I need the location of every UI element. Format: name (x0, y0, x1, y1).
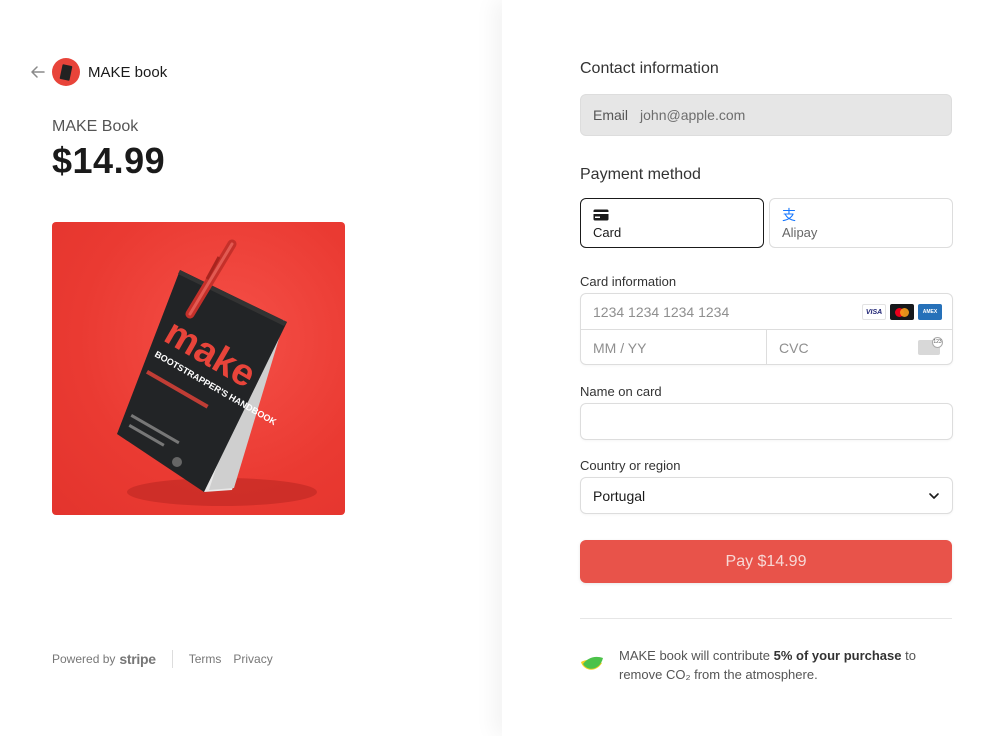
brand-logo (52, 58, 80, 86)
payment-form-panel: Contact information Email john@apple.com… (502, 0, 1000, 736)
tab-alipay[interactable]: 支 Alipay (769, 198, 953, 248)
stripe-logo: stripe (119, 651, 156, 667)
card-expiry-field[interactable] (581, 330, 767, 365)
card-brands: VISA AMEX (862, 304, 942, 320)
card-cvc-input[interactable] (779, 339, 940, 356)
terms-link[interactable]: Terms (189, 652, 222, 666)
card-icon (593, 207, 751, 223)
chevron-down-icon (929, 493, 939, 499)
product-summary-panel: MAKE book MAKE Book $14.99 make BOOTSTRA… (0, 0, 502, 736)
card-expiry-input[interactable] (593, 339, 754, 356)
footer: Powered by stripe Terms Privacy (52, 650, 285, 668)
email-field: Email john@apple.com (580, 94, 952, 136)
name-on-card-field[interactable] (580, 403, 953, 440)
pay-button[interactable]: Pay $14.99 (580, 540, 952, 583)
country-label: Country or region (580, 458, 681, 473)
back-link[interactable]: MAKE book (30, 58, 167, 86)
climate-leaf-icon (581, 656, 603, 670)
email-label: Email (593, 107, 629, 123)
payment-method-title: Payment method (580, 166, 701, 183)
product-image: make BOOTSTRAPPER'S HANDBOOK (52, 222, 345, 515)
card-information-group: VISA AMEX 123 (580, 293, 953, 365)
country-select[interactable]: Portugal (580, 477, 953, 514)
powered-by-stripe[interactable]: Powered by stripe (52, 651, 156, 667)
cvc-card-icon: 123 (918, 337, 943, 355)
name-on-card-input[interactable] (593, 413, 940, 430)
email-value: john@apple.com (640, 107, 746, 123)
svg-text:支: 支 (782, 208, 796, 223)
visa-icon: VISA (862, 304, 886, 320)
tab-alipay-label: Alipay (782, 225, 818, 240)
climate-notice: MAKE book will contribute 5% of your pur… (580, 646, 949, 684)
product-price: $14.99 (52, 140, 166, 181)
mastercard-icon (890, 304, 914, 320)
privacy-link[interactable]: Privacy (233, 652, 272, 666)
tab-card[interactable]: Card (580, 198, 764, 248)
card-number-field[interactable]: VISA AMEX (581, 294, 952, 330)
brand-name: MAKE book (88, 63, 168, 81)
amex-icon: AMEX (918, 304, 942, 320)
footer-divider (171, 650, 173, 668)
card-info-label: Card information (580, 274, 677, 289)
contact-title: Contact information (580, 60, 719, 77)
card-cvc-field[interactable]: 123 (767, 330, 952, 365)
product-name: MAKE Book (52, 118, 139, 135)
back-arrow-icon[interactable] (30, 64, 46, 80)
country-value: Portugal (593, 487, 646, 504)
powered-by-label: Powered by (52, 652, 116, 666)
tab-card-label: Card (593, 225, 622, 240)
divider (580, 618, 952, 619)
climate-text: MAKE book will contribute 5% of your pur… (619, 648, 916, 682)
name-on-card-label: Name on card (580, 384, 662, 399)
alipay-icon: 支 (782, 207, 940, 223)
